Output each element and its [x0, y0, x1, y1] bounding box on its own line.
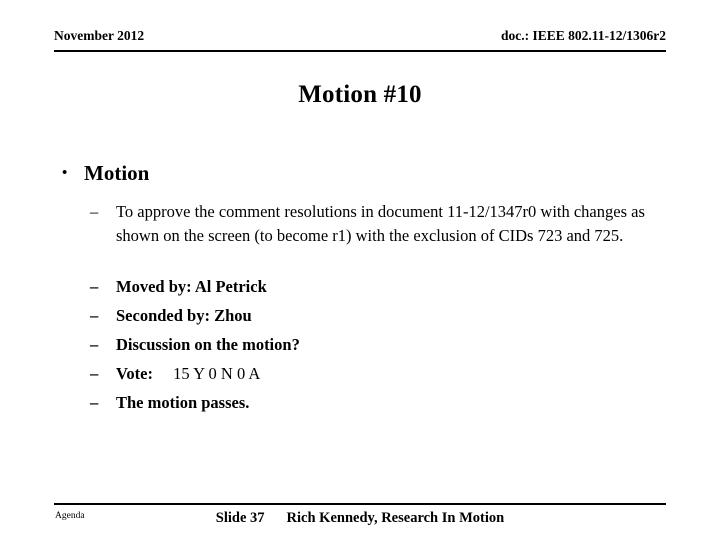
detail-label: Moved by: Al Petrick	[116, 277, 267, 296]
footer-author: Rich Kennedy, Research In Motion	[286, 510, 505, 526]
proposal-group: – To approve the comment resolutions in …	[84, 200, 674, 247]
detail-label: Seconded by: Zhou	[116, 306, 252, 325]
dash-icon: –	[90, 277, 99, 296]
bullet-item-motion-label: Motion	[84, 161, 150, 185]
page-title: Motion #10	[298, 81, 422, 108]
list-item-vote: – Vote: 15 Y 0 N 0 A	[84, 362, 674, 386]
dash-icon: –	[90, 335, 99, 354]
vote-tally: 15 Y 0 N 0 A	[173, 364, 261, 383]
header-document-id: doc.: IEEE 802.11-12/1306r2	[500, 28, 666, 43]
slide: November 2012 doc.: IEEE 802.11-12/1306r…	[0, 0, 720, 540]
list-item: – Moved by: Al Petrick	[84, 275, 674, 299]
header-row: November 2012 doc.: IEEE 802.11-12/1306r…	[54, 28, 666, 44]
list-item: – Seconded by: Zhou	[84, 304, 674, 328]
footer-divider	[54, 503, 666, 505]
dash-icon: –	[90, 393, 99, 412]
dash-icon: –	[90, 306, 99, 325]
footer-slide-number: Slide 37	[215, 510, 265, 526]
proposal-text: To approve the comment resolutions in do…	[116, 202, 645, 245]
dash-icon: –	[90, 202, 99, 221]
details-group: – Moved by: Al Petrick – Seconded by: Zh…	[84, 275, 674, 415]
bullet-item-motion: • Motion	[54, 160, 674, 186]
list-item: – Discussion on the motion?	[84, 333, 674, 357]
detail-label: Discussion on the motion?	[116, 335, 300, 354]
proposal-item: – To approve the comment resolutions in …	[84, 200, 674, 247]
vote-label: Vote:	[116, 364, 153, 383]
bullet-dot-icon: •	[62, 165, 68, 181]
slide-footer: Slide 37 Rich Kennedy, Research In Motio…	[54, 509, 666, 528]
detail-label: The motion passes.	[116, 393, 250, 412]
slide-body: • Motion – To approve the comment resolu…	[54, 160, 674, 420]
slide-header: November 2012 doc.: IEEE 802.11-12/1306r…	[54, 28, 666, 52]
header-divider	[54, 50, 666, 52]
list-item: – The motion passes.	[84, 391, 674, 415]
header-date: November 2012	[54, 28, 145, 43]
dash-icon: –	[90, 364, 99, 383]
